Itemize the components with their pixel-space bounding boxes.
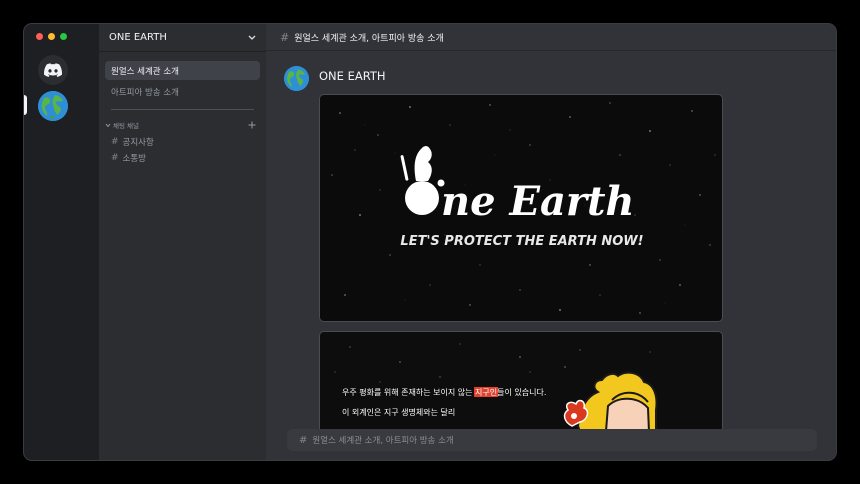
sidebar-item-label: 원얼스 세계관 소개 bbox=[111, 66, 179, 77]
message-input[interactable]: # 원얼스 세계관 소개, 아트피아 방송 소개 bbox=[287, 429, 817, 451]
message-input-placeholder: 원얼스 세계관 소개, 아트피아 방송 소개 bbox=[312, 436, 454, 446]
category-label: 채팅 채널 bbox=[113, 122, 139, 130]
earth-globe-icon bbox=[284, 66, 309, 91]
close-window-button[interactable] bbox=[36, 33, 43, 40]
channel-topbar: # 원얼스 세계관 소개, 아트피아 방송 소개 bbox=[266, 24, 836, 51]
sidebar-divider bbox=[111, 109, 254, 110]
add-channel-icon[interactable] bbox=[248, 121, 256, 129]
server-one-earth-button[interactable] bbox=[38, 91, 68, 121]
one-earth-banner-image: ne Earth LET'S PROTECT THE EARTH NOW! bbox=[320, 95, 722, 321]
guild-name: ONE EARTH bbox=[109, 32, 167, 43]
guild-header[interactable]: ONE EARTH bbox=[99, 24, 266, 52]
sidebar-item-world-intro[interactable]: 원얼스 세계관 소개 bbox=[105, 61, 260, 80]
sidebar-item-label: 공지사항 bbox=[122, 138, 154, 148]
channel-sidebar: ONE EARTH 원얼스 세계관 소개 아트피아 방송 소개 채팅 채널 # … bbox=[99, 24, 266, 460]
selected-server-indicator bbox=[24, 95, 27, 115]
svg-text:우주 평화를 위해 존재하는 보이지 않는 지구인들이 있습: 우주 평화를 위해 존재하는 보이지 않는 지구인들이 있습니다. bbox=[342, 387, 546, 397]
sidebar-item-label: 아트피아 방송 소개 bbox=[111, 87, 179, 98]
earth-globe-icon bbox=[38, 91, 68, 121]
discord-home-button[interactable] bbox=[38, 55, 68, 85]
channel-hash-icon: # bbox=[299, 434, 308, 446]
sidebar-item-artpia-intro[interactable]: 아트피아 방송 소개 bbox=[105, 82, 260, 101]
discord-logo-icon bbox=[44, 63, 62, 77]
avatar[interactable] bbox=[284, 66, 309, 91]
story-line1-a: 우주 평화를 위해 존재하는 보이지 않는 bbox=[342, 387, 475, 397]
channel-title: 원얼스 세계관 소개, 아트피아 방송 소개 bbox=[294, 33, 444, 44]
server-rail bbox=[24, 24, 99, 460]
banner-title: ne Earth bbox=[441, 178, 635, 225]
story-line1-b: 들이 있습니다. bbox=[497, 387, 546, 397]
channel-hash-icon: # bbox=[280, 30, 290, 44]
sidebar-item-notice[interactable]: # 공지사항 bbox=[105, 134, 260, 150]
image-embed-banner[interactable]: ne Earth LET'S PROTECT THE EARTH NOW! bbox=[319, 94, 723, 322]
chevron-down-icon bbox=[105, 123, 111, 127]
minimize-window-button[interactable] bbox=[48, 33, 55, 40]
main-content: # 원얼스 세계관 소개, 아트피아 방송 소개 ONE EARTH ne Ea… bbox=[266, 24, 836, 460]
maximize-window-button[interactable] bbox=[60, 33, 67, 40]
story-line2: 이 외계인은 지구 생명체와는 달리 bbox=[342, 407, 455, 417]
banner-tagline: LET'S PROTECT THE EARTH NOW! bbox=[400, 234, 643, 249]
sidebar-item-chat[interactable]: # 소통방 bbox=[105, 150, 260, 166]
window-controls bbox=[36, 33, 67, 40]
chevron-down-icon bbox=[248, 35, 256, 40]
app-window: ONE EARTH 원얼스 세계관 소개 아트피아 방송 소개 채팅 채널 # … bbox=[23, 23, 837, 461]
message-author[interactable]: ONE EARTH bbox=[319, 69, 386, 83]
sidebar-item-label: 소통방 bbox=[122, 154, 147, 164]
category-chat-channels[interactable]: 채팅 채널 bbox=[99, 118, 266, 132]
channel-hash-icon: # bbox=[111, 137, 119, 147]
channel-hash-icon: # bbox=[111, 153, 119, 163]
story-line1-highlight: 지구인 bbox=[475, 387, 497, 397]
